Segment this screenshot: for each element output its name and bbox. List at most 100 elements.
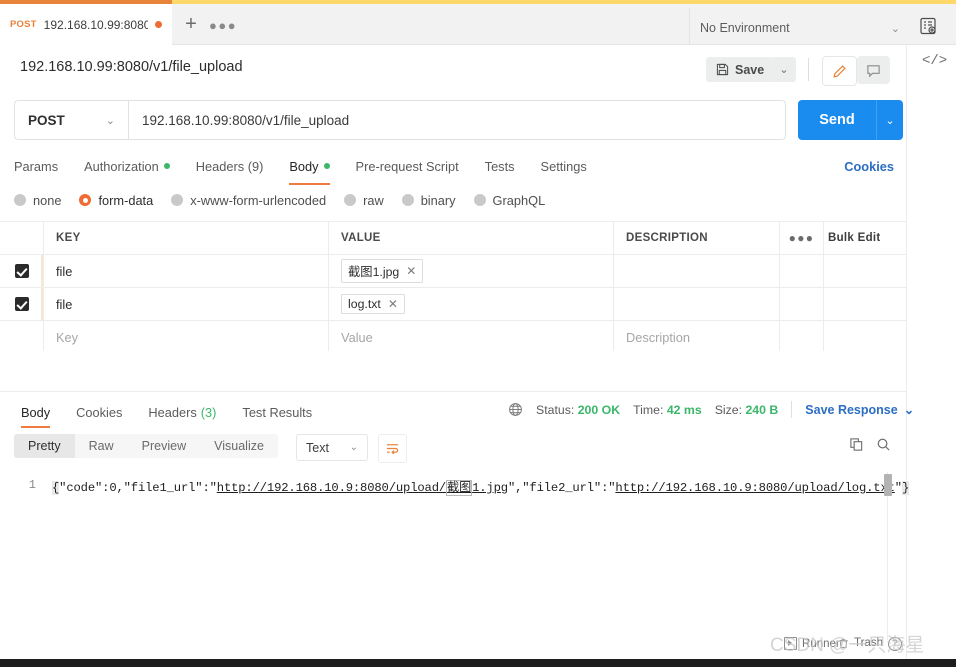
size-text: Size: 240 B [715, 403, 779, 417]
tab-tests[interactable]: Tests [472, 152, 528, 180]
environment-quicklook-icon[interactable] [918, 16, 940, 38]
radio-x-www-form-urlencoded[interactable]: x-www-form-urlencoded [171, 193, 326, 208]
http-method-select[interactable]: POST ⌄ [15, 101, 129, 139]
radio-binary[interactable]: binary [401, 193, 456, 208]
tab-params[interactable]: Params [14, 152, 71, 180]
runner-button[interactable]: Runner [784, 637, 840, 650]
url-input[interactable]: 192.168.10.99:8080/v1/file_upload [129, 101, 785, 139]
tab-settings[interactable]: Settings [528, 152, 600, 180]
row-key-input[interactable]: file [44, 255, 329, 287]
row-value-cell[interactable]: 截图1.jpg ✕ [329, 255, 614, 287]
trash-button[interactable]: Trash [838, 637, 883, 649]
send-options-button[interactable]: ⌄ [876, 100, 903, 140]
copy-button[interactable] [849, 437, 864, 452]
new-description-input[interactable]: Description [614, 321, 780, 353]
tab-label: Headers [148, 404, 197, 420]
response-body: 1 {"code":0,"file1_url":"http://192.168.… [0, 472, 909, 642]
close-icon[interactable]: ✕ [406, 264, 416, 278]
save-options-button[interactable]: ⌄ [772, 57, 796, 82]
chevron-down-icon: ⌄ [779, 64, 789, 76]
row-key-input[interactable]: file [44, 288, 329, 320]
response-code-line[interactable]: {"code":0,"file1_url":"http://192.168.10… [52, 477, 909, 496]
row-value-cell[interactable]: log.txt ✕ [329, 288, 614, 320]
wrap-lines-button[interactable] [378, 434, 407, 463]
chevron-down-icon: ⌄ [903, 403, 915, 417]
search-button[interactable] [876, 437, 891, 452]
plus-icon[interactable]: + [180, 14, 202, 35]
window-bottom-edge [0, 659, 956, 667]
tab-pre-request-script[interactable]: Pre-request Script [343, 152, 472, 180]
row-spacer [824, 321, 906, 353]
row-description-input[interactable] [614, 255, 780, 287]
radio-label: none [33, 192, 62, 208]
row-checkbox-cell[interactable] [0, 288, 44, 320]
save-response-button[interactable]: Save Response ⌄ [805, 402, 915, 418]
row-checkbox-cell[interactable] [0, 255, 44, 287]
help-button[interactable]: ? [888, 637, 902, 651]
radio-label: raw [363, 192, 384, 208]
code-close-brace: } [901, 481, 910, 495]
row-description-input[interactable] [614, 288, 780, 320]
format-pretty[interactable]: Pretty [14, 434, 75, 458]
http-method-value: POST [28, 112, 65, 128]
size-label: Size: [714, 402, 743, 417]
table-header-row: KEY VALUE DESCRIPTION ●●● Bulk Edit [0, 221, 906, 255]
status-bar: Runner Trash ? [0, 637, 906, 657]
scrollbar-track [887, 472, 888, 640]
tab-label: Headers (9) [195, 158, 264, 174]
request-tab[interactable]: POST 192.168.10.99:8080/v [0, 4, 172, 45]
tab-strip: POST 192.168.10.99:8080/v + ●●● No Envir… [0, 4, 956, 49]
ellipsis-icon[interactable]: ●●● [209, 18, 237, 33]
comment-icon [866, 63, 881, 78]
format-segment-group: Pretty Raw Preview Visualize [14, 434, 278, 458]
send-button[interactable]: Send [798, 100, 876, 140]
scrollbar-thumb[interactable] [884, 474, 892, 496]
response-scrollbar[interactable] [884, 472, 892, 640]
radio-label: x-www-form-urlencoded [190, 192, 327, 208]
tab-label: Authorization [84, 158, 159, 174]
radio-form-data[interactable]: form-data [79, 193, 153, 208]
response-tab-body[interactable]: Body [8, 400, 63, 428]
radio-circle-icon [14, 194, 26, 206]
tab-label: Body [21, 404, 51, 420]
status-text: Status: 200 OK [536, 403, 620, 417]
response-tab-test-results[interactable]: Test Results [229, 400, 325, 424]
close-icon[interactable]: ✕ [388, 297, 398, 311]
divider [808, 58, 809, 81]
line-number: 1 [28, 478, 36, 492]
tab-authorization[interactable]: Authorization [71, 152, 183, 180]
response-tab-cookies[interactable]: Cookies [63, 400, 135, 424]
new-value-input[interactable]: Value [329, 321, 614, 353]
edit-request-button[interactable] [822, 56, 857, 86]
row-checkbox-cell[interactable] [0, 321, 44, 353]
format-visualize[interactable]: Visualize [200, 434, 278, 458]
bulk-edit-button[interactable]: Bulk Edit [824, 222, 906, 254]
format-raw[interactable]: Raw [75, 434, 128, 458]
format-preview[interactable]: Preview [128, 434, 200, 458]
postman-window: POST 192.168.10.99:8080/v + ●●● No Envir… [0, 0, 956, 667]
pane-gap [0, 351, 906, 392]
comment-button[interactable] [857, 56, 890, 84]
environment-selector[interactable]: No Environment ⌄ [700, 17, 900, 39]
request-title-row: 192.168.10.99:8080/v1/file_upload Save ⌄ [0, 45, 956, 92]
cookies-link[interactable]: Cookies [844, 152, 894, 180]
response-tab-headers[interactable]: Headers (3) [135, 400, 229, 424]
response-meta: Status: 200 OK Time: 42 ms Size: 240 B S… [508, 401, 914, 418]
save-response-label: Save Response [805, 402, 898, 417]
radio-none[interactable]: none [14, 193, 61, 208]
tab-body[interactable]: Body [276, 152, 342, 185]
code-brackets-icon[interactable]: </> [922, 53, 947, 69]
radio-graphql[interactable]: GraphQL [473, 193, 545, 208]
copy-icon [849, 437, 864, 452]
pencil-icon [832, 64, 847, 79]
tab-headers[interactable]: Headers (9) [183, 152, 277, 180]
runner-icon [784, 637, 797, 650]
radio-raw[interactable]: raw [344, 193, 384, 208]
response-type-select[interactable]: Text ⌄ [296, 434, 368, 461]
new-key-input[interactable]: Key [44, 321, 329, 353]
save-button[interactable]: Save [706, 57, 775, 82]
globe-icon [508, 402, 523, 417]
tab-label: Cookies [76, 404, 123, 420]
table-row-empty: Key Value Description [0, 321, 906, 354]
ellipsis-icon[interactable]: ●●● [780, 222, 824, 254]
